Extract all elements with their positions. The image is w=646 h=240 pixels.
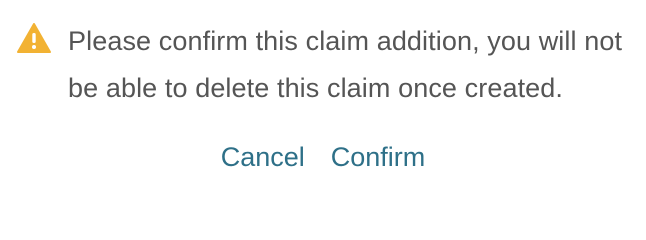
dialog-actions: Cancel Confirm	[0, 138, 646, 177]
confirmation-message: Please confirm this claim addition, you …	[68, 26, 623, 103]
confirm-claim-dialog: Please confirm this claim addition, you …	[0, 0, 646, 224]
cancel-button[interactable]: Cancel	[221, 138, 305, 177]
confirm-button[interactable]: Confirm	[331, 138, 426, 177]
warning-icon	[16, 22, 52, 54]
message-row: Please confirm this claim addition, you …	[16, 18, 638, 112]
